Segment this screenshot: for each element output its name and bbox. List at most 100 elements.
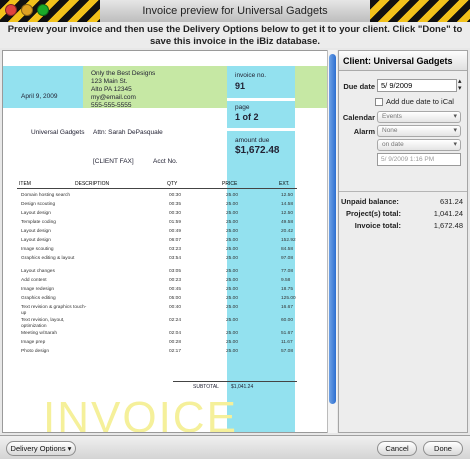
table-row: Layout design 00:49 25.00 20.42 [19,229,297,238]
item-cell: Graphics editing & layout [21,256,75,261]
qty-cell: 00:45 [169,287,182,292]
qty-cell: 02:17 [169,349,182,354]
col-description: DESCRIPTION [75,181,110,187]
price-cell: 25.00 [226,247,239,252]
col-qty: QTY [167,181,178,187]
subtotal-label: SUBTOTAL [193,384,219,390]
price-cell: 25.00 [226,318,239,323]
minimize-window-icon[interactable] [21,4,33,16]
price-cell: 25.00 [226,349,239,354]
ext-cell: 57.08 [281,349,294,354]
cancel-button[interactable]: Cancel [377,441,417,456]
item-cell: Text revision & graphics touch-up [21,305,87,316]
from-street: 123 Main St. [91,78,128,85]
item-cell: Graphics editing [21,296,56,301]
chevron-down-icon: ▾ [67,444,72,453]
col-item: ITEM [19,181,31,187]
table-row: Graphics editing 05:00 25.00 125.00 [19,296,297,305]
subtotal-value: $1,041.24 [231,384,254,390]
projects-total-value: 1,041.24 [433,209,463,218]
sidebar-header: Client: Universal Gadgets [339,51,467,71]
item-cell: Image scouting [21,247,54,252]
table-row: Add content 00:23 25.00 9.58 [19,278,297,287]
price-cell: 25.00 [226,296,239,301]
item-cell: Domain hosting search [21,193,71,198]
qty-cell: 00:30 [169,211,182,216]
from-email: my@email.com [91,94,136,101]
calendar-select[interactable]: Events [377,111,461,123]
preview-scrollbar[interactable] [327,50,337,433]
title-bar: Invoice preview for Universal Gadgets [0,0,470,22]
price-cell: 25.00 [226,238,239,243]
ext-cell: 77.08 [281,269,294,274]
item-cell: Add content [21,278,47,283]
close-window-icon[interactable] [5,4,17,16]
table-row: Photo design 02:17 25.00 57.08 [19,349,297,358]
table-header: ITEM DESCRIPTION QTY PRICE EXT. [17,181,297,189]
price-cell: 25.00 [226,229,239,234]
price-cell: 25.00 [226,331,239,336]
due-date-stepper-icon[interactable]: ▴ ▾ [458,78,462,92]
scrollbar-thumb[interactable] [329,54,336,404]
ext-cell: 14.58 [281,202,294,207]
invoice-total-label: Invoice total: [354,221,401,230]
ext-cell: 9.58 [281,278,291,283]
client-fax: [CLIENT FAX] [93,158,134,165]
qty-cell: 05:00 [169,296,182,301]
ext-cell: 125.00 [281,296,296,301]
add-ical-checkbox[interactable] [375,98,383,107]
from-company: Only the Best Designs [91,70,156,77]
due-date-label: Due date [343,82,375,91]
due-date-field[interactable]: 5/ 9/2009 [377,79,457,92]
invoice-no-label: invoice no. [235,72,267,79]
table-row: Image scouting 03:23 25.00 84.58 [19,247,297,256]
delivery-options-button[interactable]: Delivery Options ▾ [6,441,76,456]
qty-cell: 00:40 [169,305,182,310]
ext-cell: 16.67 [281,305,294,310]
bottom-toolbar: Delivery Options ▾ Cancel Done [0,435,470,459]
client-sidebar: Client: Universal Gadgets Due date 5/ 9/… [338,50,468,433]
invoice-preview-page[interactable]: April 9, 2009 Only the Best Designs 123 … [2,50,334,433]
col-price: PRICE [222,181,238,187]
qty-cell: 00:49 [169,229,182,234]
price-cell: 25.00 [226,193,239,198]
item-cell: Image redesign [21,287,55,292]
qty-cell: 03:23 [169,247,182,252]
alarm-label: Alarm [353,127,375,136]
delivery-options-label: Delivery Options [10,444,66,453]
table-row: Meeting w/Sarah 02:04 25.00 51.67 [19,331,297,340]
item-cell: Layout design [21,211,51,216]
page-value: 1 of 2 [235,112,259,122]
ext-cell: 12.50 [281,211,294,216]
done-button[interactable]: Done [423,441,463,456]
qty-cell: 00:28 [169,340,182,345]
alarm-datetime-field[interactable]: 5/ 9/2009 1:16 PM [377,153,461,166]
add-ical-row[interactable]: Add due date to iCal [375,97,454,107]
table-row: Graphics editing & layout 03:54 25.00 97.08 [19,256,297,269]
ext-cell: 97.08 [281,256,294,261]
alarm-timing-select[interactable]: on date [377,139,461,151]
ext-cell: 49.58 [281,220,294,225]
qty-cell: 02:04 [169,331,182,336]
price-cell: 25.00 [226,287,239,292]
qty-cell: 06:07 [169,238,182,243]
qty-cell: 03:05 [169,269,182,274]
table-row: Layout design 06:07 25.00 152.92 [19,238,297,247]
instructions-text: Preview your invoice and then use the De… [0,22,470,48]
price-cell: 25.00 [226,305,239,310]
table-row: Text revision & graphics touch-up 00:40 25… [19,305,297,318]
zoom-window-icon[interactable] [37,4,49,16]
table-row: Image redesign 00:45 25.00 18.75 [19,287,297,296]
ext-cell: 20.42 [281,229,294,234]
ext-cell: 84.58 [281,247,294,252]
page-divider [227,128,295,131]
invoice-date: April 9, 2009 [21,93,58,100]
table-row: Domain hosting search 00:30 25.00 12.50 [19,193,297,202]
table-row: Text revision, layout, optimization 02:24… [19,318,297,331]
title-bar-stripes-right [370,0,470,22]
qty-cell: 02:24 [169,318,182,323]
add-ical-label: Add due date to iCal [386,97,454,106]
ext-cell: 60.00 [281,318,294,323]
alarm-select[interactable]: None [377,125,461,137]
invoice-divider [227,98,295,101]
